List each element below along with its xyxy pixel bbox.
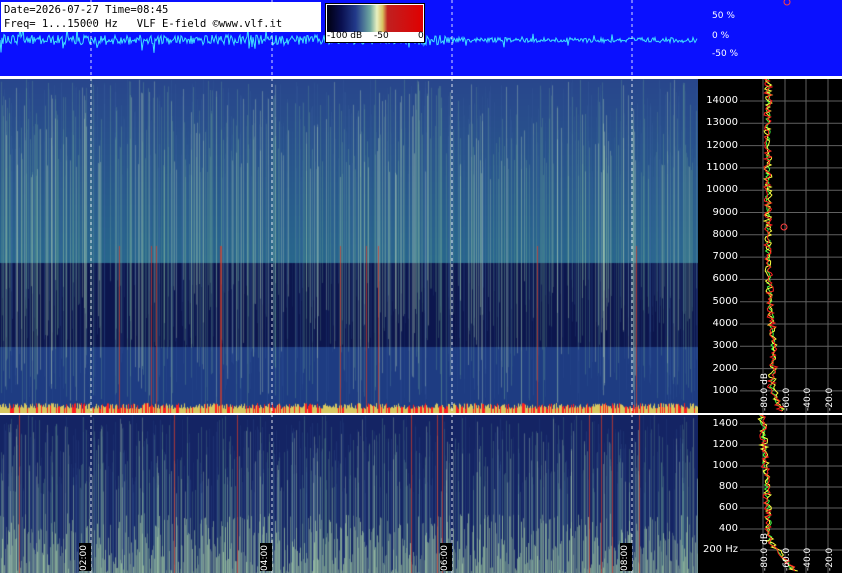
freq-low-label-4: 600 (718, 502, 738, 513)
spectrogram-high-canvas (0, 79, 698, 413)
time-label-0800: 08:00 (620, 543, 632, 571)
marker-circle-icon (783, 0, 791, 6)
profile-db-label: -60.0 (782, 547, 792, 571)
amplitude-axis: 50 % 0 % -50 % (698, 0, 842, 76)
date-time-text: Date=2026-07-27 Time=08:45 (4, 4, 169, 16)
time-label-0600: 06:00 (440, 543, 452, 571)
frequency-axis-low: 1400 1200 1000 800 600 400 200 Hz (698, 415, 740, 573)
freq-low-label-5: 400 (718, 523, 738, 534)
freq-high-label-1: 13000 (706, 117, 738, 129)
freq-high-label-7: 7000 (712, 251, 738, 263)
freq-low-label-3: 800 (718, 481, 738, 492)
profile-db-label: -60.0 (782, 387, 792, 411)
spectrum-profile-low: -80.0 dB -60.0 -40.0 -20.0 (740, 414, 842, 573)
freq-high-label-5: 9000 (712, 206, 738, 218)
spectrum-profile-low-plot: -80.0 dB -60.0 -40.0 -20.0 (740, 414, 842, 573)
scale-label-max: 0 (418, 31, 424, 41)
spectrum-profile-high: -80.0 dB -60.0 -40.0 -20.0 (740, 78, 842, 413)
spectrogram-low (0, 415, 698, 573)
spectrogram-high (0, 79, 698, 413)
freq-low-label-2: 1000 (712, 460, 738, 471)
amplitude-label-0: 0 % (712, 31, 730, 41)
freq-high-label-3: 11000 (706, 161, 738, 173)
freq-high-label-13: 1000 (712, 385, 738, 396)
profile-db-label: -20.0 (825, 387, 835, 411)
freq-low-label-6: 200 Hz (702, 544, 738, 555)
freq-high-label-0: 14000 (706, 95, 738, 106)
time-label-0400: 04:00 (260, 543, 272, 571)
profile-db-label: -80.0 dB (760, 373, 770, 411)
profile-marker-icon (780, 223, 788, 231)
freq-high-label-6: 8000 (712, 228, 738, 240)
freq-low-label-1: 1200 (712, 439, 738, 450)
freq-high-label-2: 12000 (706, 139, 738, 151)
freq-high-label-11: 3000 (712, 340, 738, 352)
frequency-axis-high: 14000 13000 12000 11000 10000 9000 8000 7000 600… (698, 79, 740, 413)
freq-high-label-10: 4000 (712, 318, 738, 330)
profile-db-label: -80.0 dB (760, 533, 770, 571)
info-header: Date=2026-07-27 Time=08:45 Freq= 1...150… (1, 2, 321, 32)
freq-low-label-0: 1400 (712, 418, 738, 429)
freq-high-label-4: 10000 (706, 184, 738, 196)
time-label-0200: 02:00 (79, 543, 91, 571)
amplitude-label-minus50: -50 % (712, 49, 739, 59)
freq-high-label-12: 2000 (712, 362, 738, 374)
freq-high-label-8: 6000 (712, 273, 738, 285)
frequency-info-text: Freq= 1...15000 Hz VLF E-field ©www.vlf.… (4, 18, 283, 30)
profile-db-label: -20.0 (825, 547, 835, 571)
profile-db-label: -40.0 (803, 547, 813, 571)
scale-label-mid: -50 (374, 31, 389, 41)
amplitude-label-50: 50 % (712, 11, 735, 21)
profile-trace (764, 78, 784, 412)
scale-label-min: -100 dB (327, 31, 363, 41)
color-scale-bar (327, 5, 423, 32)
color-scale-legend: -100 dB -50 0 (325, 3, 425, 43)
spectrogram-low-canvas (0, 415, 698, 573)
spectrum-profile-high-plot: -80.0 dB -60.0 -40.0 -20.0 (740, 78, 842, 413)
profile-db-label: -40.0 (803, 387, 813, 411)
freq-high-label-9: 5000 (712, 295, 738, 307)
